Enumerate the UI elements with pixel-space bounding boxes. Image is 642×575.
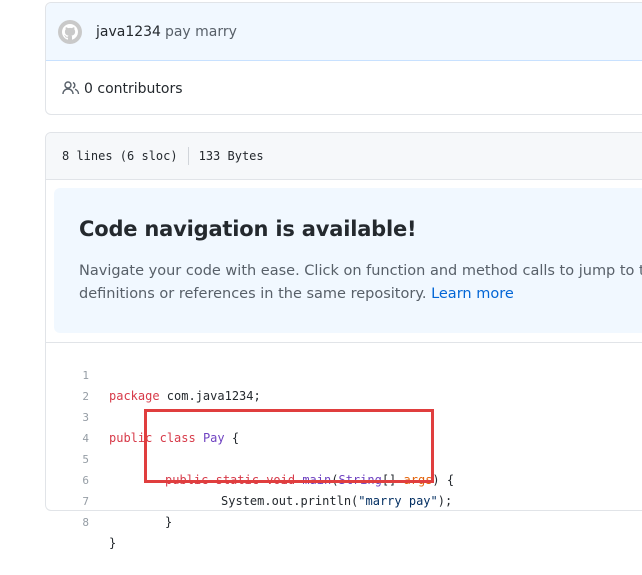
file-size: 133 Bytes [198, 149, 264, 163]
file-lines: 8 lines (6 sloc) [62, 149, 178, 163]
code-navigation-banner: Code navigation is available! Navigate y… [54, 188, 642, 333]
latest-commit-box: java1234 pay marry 0 contributors [45, 2, 642, 115]
code-navigation-description: Navigate your code with ease. Click on f… [79, 260, 642, 306]
code-navigation-title: Code navigation is available! [79, 217, 417, 241]
commit-message-link[interactable]: pay marry [165, 24, 237, 40]
contributors-count: 0 [84, 81, 93, 97]
code-navigation-text: Navigate your code with ease. Click on f… [79, 263, 642, 302]
code-line: 1 package com.java1234; [46, 344, 642, 403]
learn-more-link[interactable]: Learn more [431, 286, 514, 302]
contributors-label: contributors [97, 81, 183, 97]
line-number[interactable]: 8 [46, 512, 89, 533]
avatar[interactable] [58, 20, 82, 44]
red-highlight-annotation [144, 409, 434, 483]
code-line: 3 public class Pay { [46, 386, 642, 445]
line-content: } [109, 536, 117, 550]
commit-summary: java1234 pay marry [96, 22, 237, 42]
file-info-divider [187, 147, 189, 165]
line-content: } [165, 515, 173, 529]
contributors-link[interactable]: 0 contributors [84, 79, 183, 99]
file-header: 8 lines (6 sloc) 133 Bytes [46, 133, 642, 180]
people-icon [62, 81, 80, 95]
code-line: 2 [46, 365, 642, 403]
code-line: 8 } [46, 491, 642, 550]
commit-row: java1234 pay marry [46, 3, 642, 61]
commit-author-link[interactable]: java1234 [96, 24, 161, 40]
file-info: 8 lines (6 sloc) 133 Bytes [62, 147, 264, 165]
contributors-row: 0 contributors [46, 60, 642, 116]
github-avatar-icon [62, 24, 78, 40]
